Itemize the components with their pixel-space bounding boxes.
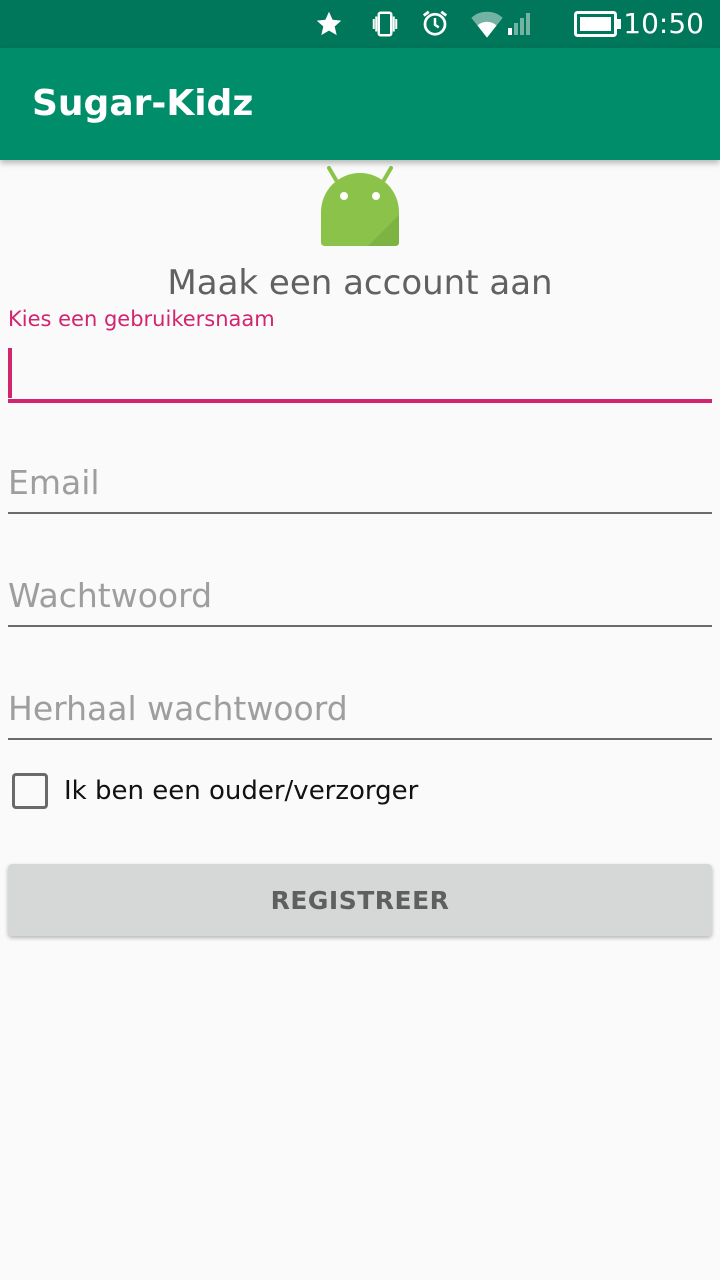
email-field[interactable]	[8, 452, 712, 516]
email-input[interactable]	[8, 452, 712, 512]
register-button[interactable]: REGISTREER	[8, 864, 712, 936]
star-icon	[316, 11, 342, 36]
password-field[interactable]	[8, 565, 712, 629]
app-title: Sugar-Kidz	[32, 83, 254, 124]
username-field[interactable]: Kies een gebruikersnaam	[8, 306, 712, 406]
password-underline	[8, 625, 712, 627]
register-button-label: REGISTREER	[270, 885, 450, 915]
wifi-icon	[471, 11, 503, 38]
app-bar: Sugar-Kidz	[0, 48, 720, 160]
page-title: Maak een account aan	[167, 263, 553, 303]
username-input[interactable]	[8, 342, 712, 402]
status-bar: 10:50	[0, 0, 720, 48]
repeat-password-input[interactable]	[8, 678, 712, 738]
parent-checkbox-row[interactable]: Ik ben een ouder/verzorger	[12, 770, 512, 812]
battery-icon	[574, 11, 621, 37]
android-logo-icon	[321, 166, 399, 246]
alarm-icon	[422, 10, 448, 36]
username-label: Kies een gebruikersnaam	[8, 307, 275, 331]
username-underline	[8, 399, 712, 403]
email-underline	[8, 512, 712, 514]
repeat-password-field[interactable]	[8, 678, 712, 742]
parent-checkbox[interactable]	[12, 773, 48, 809]
password-input[interactable]	[8, 565, 712, 625]
vibrate-icon	[372, 11, 398, 37]
parent-checkbox-label[interactable]: Ik ben een ouder/verzorger	[64, 774, 418, 808]
status-time: 10:50	[623, 7, 704, 40]
signal-icon	[508, 13, 530, 35]
repeat-password-underline	[8, 738, 712, 740]
